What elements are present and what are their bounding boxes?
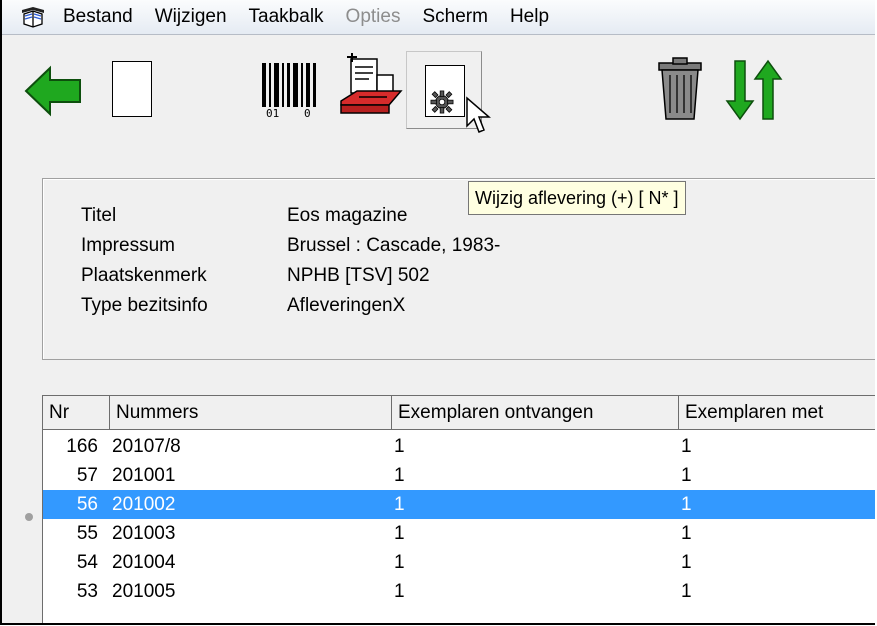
table-row[interactable]: 55 201003 1 1 [43, 519, 875, 548]
main-window: Bestand Wijzigen Taakbalk Opties Scherm … [0, 0, 875, 625]
svg-text:01: 01 [266, 107, 279, 119]
menu-opties: Opties [345, 6, 401, 27]
table-row[interactable]: 53 201005 1 1 [43, 577, 875, 606]
info-value: AfleveringenX [287, 295, 406, 316]
cell-ontvangen: 1 [394, 436, 405, 457]
menu-scherm[interactable]: Scherm [411, 6, 498, 28]
document-icon [425, 65, 465, 117]
issues-table: Nr Nummers Exemplaren ontvangen Exemplar… [42, 395, 875, 623]
column-header-exemplaren-met[interactable]: Exemplaren met [679, 396, 875, 430]
cell-ontvangen: 1 [394, 581, 405, 602]
table-row[interactable]: 166 20107/8 1 1 [43, 432, 875, 461]
info-value: NPHB [TSV] 502 [287, 265, 430, 286]
app-system-icon[interactable] [20, 4, 46, 30]
cell-ontvangen: 1 [394, 465, 405, 486]
column-header-nummers[interactable]: Nummers [110, 396, 392, 430]
trash-icon[interactable] [657, 57, 703, 121]
info-label: Impressum [81, 235, 175, 256]
menu-bar: Bestand Wijzigen Taakbalk Opties Scherm … [2, 0, 875, 35]
cell-met: 1 [681, 552, 692, 573]
cell-nummer: 201002 [112, 494, 176, 515]
cell-ontvangen: 1 [394, 523, 405, 544]
cell-nummer: 201005 [112, 581, 176, 602]
info-row-plaatskenmerk: Plaatskenmerk NPHB [TSV] 502 [81, 265, 430, 291]
table-row-selected[interactable]: 56 201002 1 1 [43, 490, 875, 519]
table-row[interactable]: 57 201001 1 1 [43, 461, 875, 490]
back-arrow-icon[interactable] [24, 65, 82, 117]
menu-taakbalk[interactable]: Taakbalk [238, 6, 335, 28]
info-label: Plaatskenmerk [81, 265, 207, 286]
cell-nummer: 201004 [112, 552, 176, 573]
cell-ontvangen: 1 [394, 494, 405, 515]
cell-met: 1 [681, 523, 692, 544]
print-icon[interactable] [337, 53, 405, 123]
menu-help[interactable]: Help [499, 6, 560, 28]
sort-icon[interactable] [725, 59, 783, 121]
cell-nr: 54 [76, 552, 98, 573]
info-label: Titel [81, 205, 117, 226]
svg-text:0: 0 [304, 107, 311, 119]
table-row[interactable]: 54 201004 1 1 [43, 548, 875, 577]
cell-nr: 53 [76, 581, 98, 602]
info-value: Eos magazine [287, 205, 408, 226]
column-header-nr[interactable]: Nr [43, 396, 110, 430]
cell-nr: 55 [76, 523, 98, 544]
cell-nr: 56 [76, 494, 98, 515]
cell-met: 1 [681, 465, 692, 486]
current-row-marker-icon [25, 513, 33, 521]
barcode-icon[interactable]: 01 0 [260, 61, 320, 119]
cell-met: 1 [681, 494, 692, 515]
table-header: Nr Nummers Exemplaren ontvangen Exemplar… [43, 396, 875, 432]
mouse-cursor-icon [466, 96, 491, 133]
cell-met: 1 [681, 436, 692, 457]
gear-icon [430, 90, 454, 114]
info-row-type-bezitsinfo: Type bezitsinfo AfleveringenX [81, 295, 405, 321]
menu-wijzigen[interactable]: Wijzigen [144, 6, 238, 28]
info-value: Brussel : Cascade, 1983- [287, 235, 501, 256]
cell-met: 1 [681, 581, 692, 602]
toolbar: 01 0 [2, 35, 875, 139]
cell-nr: 166 [66, 436, 98, 457]
info-row-titel: Titel Eos magazine [81, 205, 407, 231]
cell-nummer: 201003 [112, 523, 176, 544]
cell-nummer: 201001 [112, 465, 176, 486]
cell-nr: 57 [76, 465, 98, 486]
menu-bestand[interactable]: Bestand [52, 6, 144, 28]
tooltip: Wijzig aflevering (+) [ N* ] [468, 181, 686, 215]
info-row-impressum: Impressum Brussel : Cascade, 1983- [81, 235, 500, 261]
column-header-ontvangen[interactable]: Exemplaren ontvangen [392, 396, 679, 430]
cell-nummer: 20107/8 [112, 436, 181, 457]
cell-ontvangen: 1 [394, 552, 405, 573]
info-label: Type bezitsinfo [81, 295, 208, 316]
record-info-panel: Titel Eos magazine Impressum Brussel : C… [42, 178, 875, 360]
new-document-icon[interactable] [112, 61, 152, 117]
